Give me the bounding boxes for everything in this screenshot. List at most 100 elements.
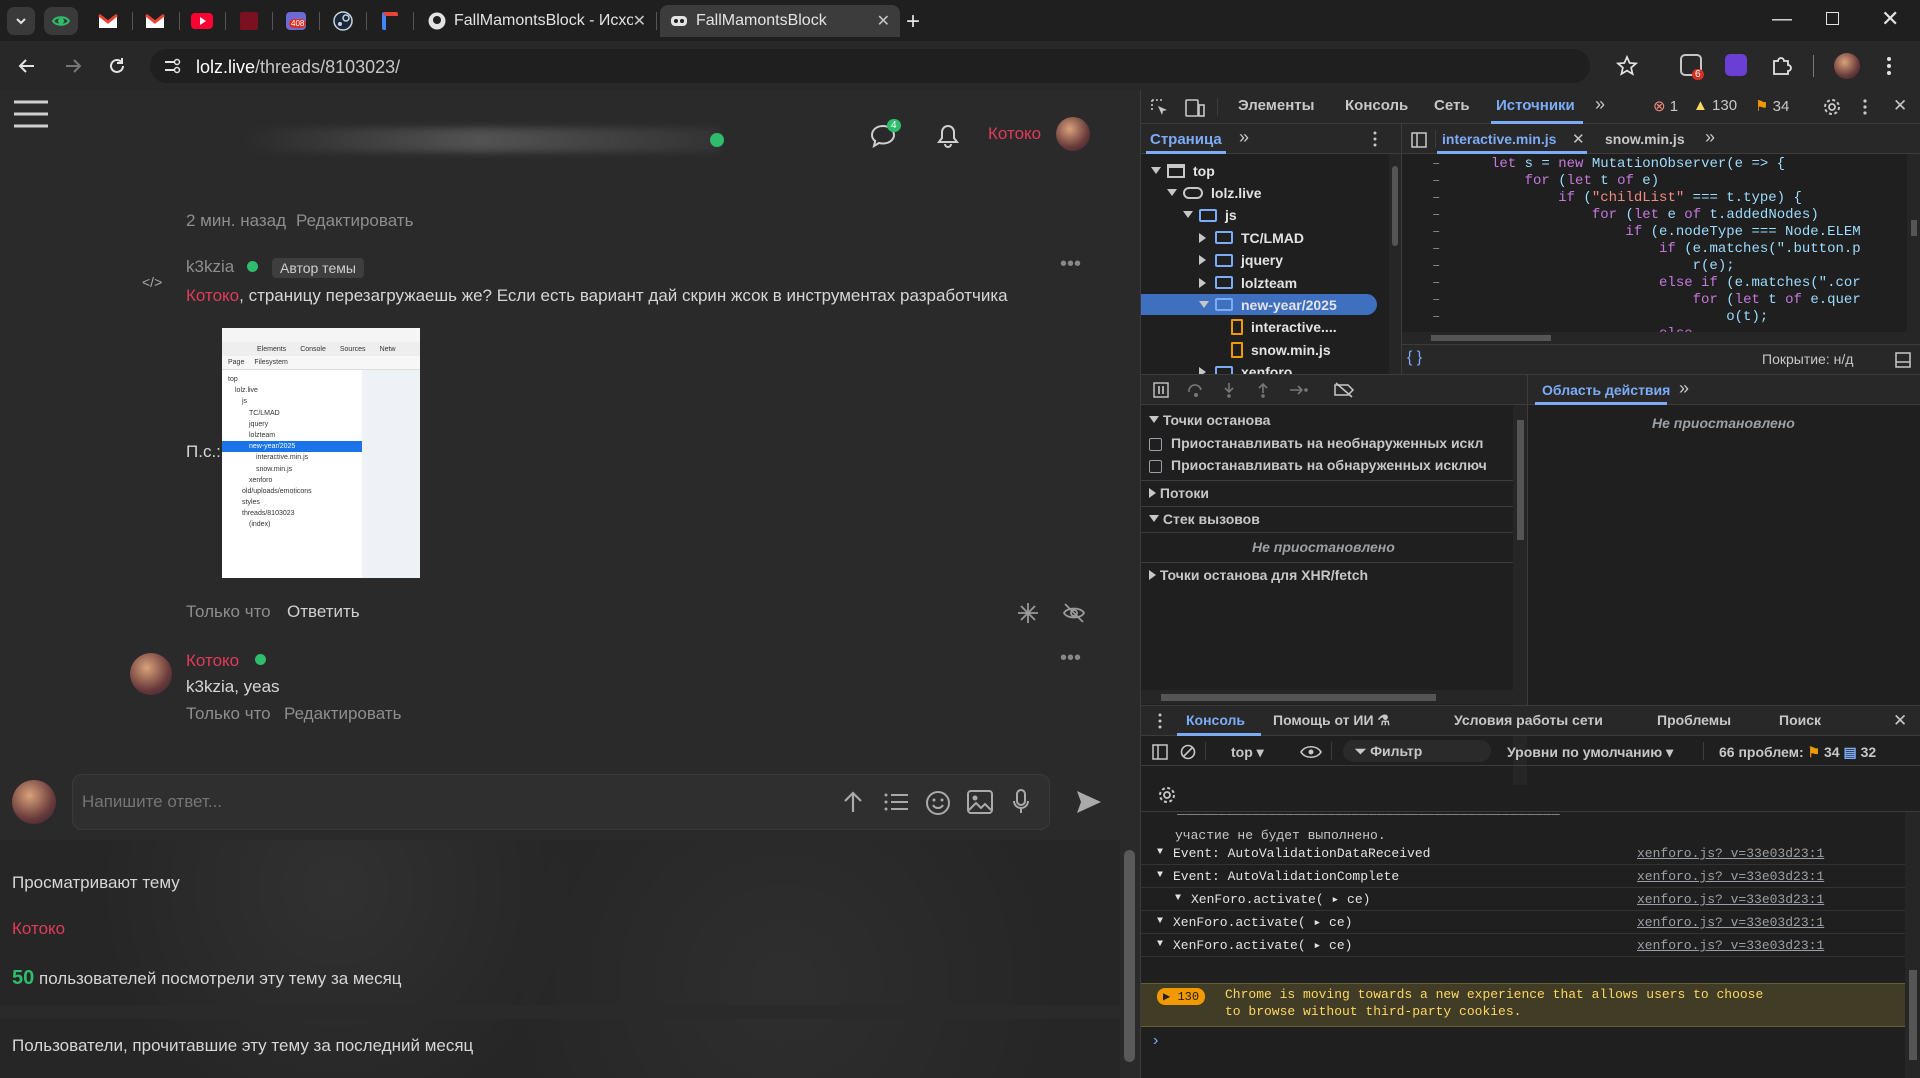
tree-item-file[interactable]: interactive....	[1141, 317, 1377, 338]
tab-search-button[interactable]	[7, 7, 35, 35]
extensions-puzzle-icon[interactable]	[1770, 54, 1792, 76]
devtools-menu-icon[interactable]	[1863, 98, 1867, 116]
tree-item-folder[interactable]: new-year/2025	[1141, 294, 1377, 316]
bookmark-star-icon[interactable]	[1616, 55, 1638, 77]
tree-item-folder[interactable]: lolzteam	[1141, 272, 1377, 293]
close-icon[interactable]: ✕	[877, 11, 890, 31]
extension-button-2[interactable]	[1725, 54, 1747, 76]
step-out-icon[interactable]	[1256, 382, 1270, 398]
site-info-icon[interactable]	[163, 57, 181, 75]
microphone-icon[interactable]	[1012, 789, 1030, 815]
console-sidebar-icon[interactable]	[1152, 744, 1168, 760]
tab-network[interactable]: Сеть	[1434, 97, 1470, 114]
post3-author[interactable]: Котоко	[186, 651, 239, 671]
console-message[interactable]: ▼ Event: AutoValidationDataReceived xenfor…	[1141, 842, 1905, 865]
page-scrollbar-thumb[interactable]	[1124, 850, 1135, 1062]
drawer-tab-ai[interactable]: Помощь от ИИ ⚗	[1273, 712, 1390, 729]
context-selector[interactable]: top ▾	[1231, 744, 1264, 761]
clear-console-icon[interactable]	[1180, 744, 1196, 760]
callstack-header[interactable]: Стек вызовов	[1149, 511, 1260, 527]
expand-arrow[interactable]: ▼	[1157, 847, 1163, 858]
close-drawer-icon[interactable]: ✕	[1893, 711, 1907, 731]
navigator-menu-icon[interactable]	[1373, 131, 1377, 147]
menu-kebab-icon[interactable]	[1886, 55, 1892, 77]
profile-avatar[interactable]	[1834, 53, 1860, 79]
warning-repeat-badge[interactable]: ▶ 130	[1157, 988, 1206, 1005]
file-tab-snow[interactable]: snow.min.js	[1605, 131, 1685, 147]
expand-arrow[interactable]: ▼	[1157, 870, 1163, 881]
pinned-tab-gmail-1[interactable]	[91, 7, 125, 35]
step-icon[interactable]	[1289, 382, 1309, 398]
post2-author[interactable]: k3kzia	[186, 257, 234, 277]
toggle-navigator-icon[interactable]	[1411, 132, 1427, 148]
tree-item-folder[interactable]: js	[1141, 205, 1377, 226]
tab-fallmamontsblock[interactable]: FallMamontsBlock ✕	[660, 5, 900, 37]
console-source-link[interactable]: xenforo.js?_v=33e03d23:1	[1637, 846, 1824, 861]
debugger-h-scrollbar-thumb[interactable]	[1161, 694, 1436, 701]
console-source-link[interactable]: xenforo.js?_v=33e03d23:1	[1637, 869, 1824, 884]
tree-scrollbar-thumb[interactable]	[1392, 166, 1398, 246]
tab-fallmamontsblock-source[interactable]: FallMamontsBlock - Исходны ✕	[418, 5, 656, 37]
post3-avatar[interactable]	[130, 653, 172, 695]
reply-input[interactable]	[82, 788, 802, 816]
send-icon[interactable]	[1075, 789, 1103, 815]
warning-count[interactable]: ▲ 130	[1693, 97, 1737, 114]
console-source-link[interactable]: xenforo.js?_v=33e03d23:1	[1637, 892, 1824, 907]
pinned-tab-steam[interactable]	[326, 7, 360, 35]
pinned-tab-7[interactable]	[373, 7, 407, 35]
viewing-user[interactable]: Котоко	[12, 919, 65, 939]
device-toolbar-icon[interactable]	[1185, 99, 1205, 117]
console-message[interactable]: ▼ XenForo.activate( ▸ ce) xenforo.js?_v=33…	[1141, 911, 1905, 934]
settings-gear-icon[interactable]	[1823, 98, 1841, 116]
close-devtools-icon[interactable]: ✕	[1893, 96, 1907, 116]
more-options-icon[interactable]: •••	[1060, 647, 1081, 670]
editor-h-scrollbar-thumb[interactable]	[1431, 335, 1551, 341]
maximize-button[interactable]	[1826, 12, 1839, 25]
breakpoints-header[interactable]: Точки останова	[1149, 412, 1270, 428]
file-tab-interactive[interactable]: interactive.min.js	[1442, 131, 1556, 147]
pinned-tab-youtube[interactable]	[185, 7, 219, 35]
deactivate-breakpoints-icon[interactable]	[1333, 382, 1355, 398]
pinned-tab-gmail-2[interactable]	[138, 7, 172, 35]
tree-item-cloud[interactable]: lolz.live	[1141, 182, 1377, 203]
threads-header[interactable]: Потоки	[1149, 485, 1209, 501]
drawer-tab-console[interactable]: Консоль	[1186, 712, 1245, 728]
pinned-tab-5[interactable]: 408	[279, 7, 313, 35]
post3-edit-link[interactable]: Редактировать	[284, 704, 401, 724]
pause-uncaught-checkbox[interactable]	[1149, 438, 1162, 451]
console-message[interactable]: ▼ Event: AutoValidationComplete xenforo.js…	[1141, 865, 1905, 888]
live-expression-eye-icon[interactable]	[1300, 745, 1322, 759]
header-username[interactable]: Котоко	[988, 124, 1041, 144]
more-tabs-icon[interactable]: »	[1595, 94, 1605, 115]
forward-icon[interactable]	[63, 56, 83, 76]
code-editor[interactable]: – let s = new MutationObserver(e => {– fo…	[1402, 154, 1920, 332]
log-levels-dropdown[interactable]: Уровни по умолчанию ▾	[1507, 744, 1673, 761]
console-v-scrollbar-thumb[interactable]	[1909, 970, 1917, 1060]
reload-icon[interactable]	[107, 56, 127, 76]
eye-off-icon[interactable]	[1062, 602, 1086, 624]
more-tabs-icon[interactable]: »	[1705, 127, 1715, 148]
post1-edit-link[interactable]: Редактировать	[296, 211, 413, 231]
inspect-element-icon[interactable]	[1151, 99, 1169, 117]
expand-arrow[interactable]: ▼	[1157, 939, 1163, 950]
tree-item-folder[interactable]: jquery	[1141, 250, 1377, 271]
close-window-button[interactable]: ✕	[1881, 6, 1899, 32]
tab-sources[interactable]: Источники	[1496, 97, 1575, 114]
screenshot-attachment[interactable]: Elements Console Sources Netw Page Files…	[222, 328, 420, 578]
pinned-tab-1[interactable]	[44, 7, 78, 35]
more-tabs-icon[interactable]: »	[1239, 127, 1249, 148]
drawer-tab-search[interactable]: Поиск	[1779, 712, 1821, 728]
scope-tab[interactable]: Область действия	[1542, 382, 1670, 398]
console-source-link[interactable]: xenforo.js?_v=33e03d23:1	[1637, 938, 1824, 953]
expand-arrow[interactable]: ▼	[1157, 916, 1163, 927]
emoji-icon[interactable]	[925, 790, 951, 816]
editor-v-scrollbar[interactable]	[1907, 154, 1920, 332]
minimize-button[interactable]: —	[1772, 8, 1792, 31]
tab-console[interactable]: Консоль	[1345, 97, 1408, 114]
toggle-debugger-icon[interactable]	[1895, 352, 1911, 368]
hamburger-menu-icon[interactable]	[14, 100, 48, 128]
error-count[interactable]: ⊗ 1	[1653, 97, 1678, 115]
drawer-tab-network-conditions[interactable]: Условия работы сети	[1454, 712, 1603, 728]
image-icon[interactable]	[967, 790, 993, 814]
pinned-tab-4[interactable]	[232, 7, 266, 35]
